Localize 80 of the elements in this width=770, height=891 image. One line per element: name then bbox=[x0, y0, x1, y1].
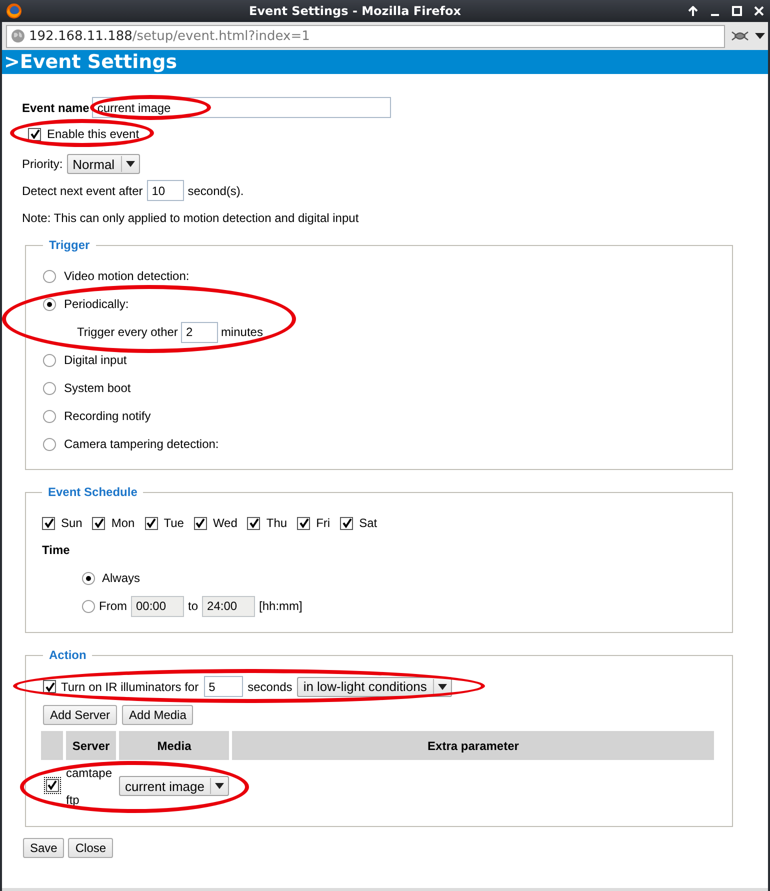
radio-label: Periodically: bbox=[64, 297, 129, 311]
checkbox-label: Enable this event bbox=[47, 127, 140, 141]
seconds-field[interactable]: 5 bbox=[204, 676, 243, 697]
server-name: camtape bbox=[66, 766, 114, 780]
day-label: Fri bbox=[316, 516, 330, 530]
caret-icon bbox=[126, 161, 135, 167]
day-checkbox[interactable] bbox=[297, 516, 310, 530]
unit-label: second(s). bbox=[188, 184, 244, 198]
radio-label: Video motion detection: bbox=[64, 269, 190, 283]
minutes-field[interactable]: 2 bbox=[180, 322, 218, 342]
radio-button[interactable] bbox=[82, 572, 95, 584]
column-header: Server bbox=[66, 731, 116, 760]
day-checkbox[interactable] bbox=[144, 516, 158, 530]
checkbox-label: Turn on IR illuminators for bbox=[61, 680, 199, 694]
note-text: Note: This can only applied to motion detection and digital input bbox=[22, 211, 360, 225]
radio-button[interactable] bbox=[43, 382, 56, 394]
dropdown-caret-icon[interactable] bbox=[755, 32, 765, 40]
radio-label: From bbox=[99, 599, 127, 613]
event-name-field[interactable]: current image bbox=[92, 97, 392, 118]
day-checkbox[interactable] bbox=[194, 516, 207, 530]
radio-button[interactable] bbox=[43, 354, 56, 366]
field-label: Priority: bbox=[22, 157, 63, 171]
radio-button[interactable] bbox=[43, 438, 56, 450]
radio-label: Always bbox=[102, 571, 140, 585]
section-title: Trigger bbox=[49, 238, 90, 252]
form-button[interactable]: Close bbox=[68, 838, 114, 858]
radio-button[interactable] bbox=[82, 600, 95, 612]
day-label: Tue bbox=[164, 516, 184, 530]
format-hint: [hh:mm] bbox=[259, 599, 302, 613]
checkbox[interactable] bbox=[28, 128, 41, 140]
globe-icon bbox=[11, 29, 25, 43]
maximize-icon[interactable] bbox=[732, 6, 742, 16]
radio-label: Recording notify bbox=[64, 409, 151, 423]
condition-dropdown[interactable]: in low-light conditions bbox=[297, 676, 452, 696]
time-label: Time bbox=[42, 543, 70, 557]
time-field[interactable]: 00:00 bbox=[131, 596, 184, 616]
media-dropdown[interactable]: current image bbox=[119, 776, 230, 796]
seconds-field[interactable]: 10 bbox=[146, 180, 184, 201]
bug-icon[interactable] bbox=[731, 29, 749, 43]
day-label: Wed bbox=[212, 516, 238, 530]
radio-label: Camera tampering detection: bbox=[64, 437, 219, 451]
priority-dropdown[interactable]: Normal bbox=[66, 154, 140, 174]
toolbar-button[interactable]: Add Server bbox=[43, 705, 118, 725]
section-title: Event Schedule bbox=[48, 485, 138, 499]
day-checkbox[interactable] bbox=[92, 516, 106, 530]
up-arrow-icon[interactable] bbox=[688, 6, 698, 16]
field-label: Trigger every other bbox=[77, 325, 178, 339]
time-field[interactable]: 24:00 bbox=[202, 596, 256, 616]
row-checkbox[interactable] bbox=[46, 778, 58, 792]
day-label: Sat bbox=[359, 516, 378, 530]
day-label: Thu bbox=[266, 516, 288, 530]
unit-label: seconds bbox=[248, 680, 292, 694]
day-checkbox[interactable] bbox=[340, 516, 354, 530]
address-bar[interactable]: 192.168.11.188/setup/event.html?index=1 bbox=[6, 24, 725, 48]
toolbar-button[interactable]: Add Media bbox=[122, 705, 194, 725]
form-button[interactable]: Save bbox=[23, 838, 64, 858]
field-label: Event name bbox=[22, 100, 90, 114]
caret-icon bbox=[438, 684, 447, 690]
day-label: Sun bbox=[61, 516, 82, 530]
page-header: >Event Settings bbox=[2, 50, 768, 74]
close-icon[interactable] bbox=[754, 6, 764, 16]
radio-button[interactable] bbox=[43, 270, 56, 282]
caret-icon bbox=[215, 783, 224, 789]
field-label: Detect next event after bbox=[22, 184, 143, 198]
field-label: to bbox=[188, 599, 198, 613]
column-header: Media bbox=[119, 731, 230, 760]
day-checkbox[interactable] bbox=[42, 516, 55, 530]
day-label: Mon bbox=[111, 516, 135, 530]
radio-button[interactable] bbox=[43, 298, 56, 310]
radio-label: Digital input bbox=[64, 353, 127, 367]
browser-logo-icon bbox=[6, 3, 22, 19]
window-title: Event Settings - Mozilla Firefox bbox=[248, 4, 462, 18]
day-checkbox[interactable] bbox=[247, 516, 260, 530]
radio-button[interactable] bbox=[43, 410, 56, 422]
radio-label: System boot bbox=[64, 381, 131, 395]
checkbox[interactable] bbox=[43, 680, 56, 693]
unit-label: minutes bbox=[220, 325, 263, 339]
server-type: ftp bbox=[66, 792, 80, 806]
column-header: Extra parameter bbox=[232, 731, 714, 760]
section-title: Action bbox=[49, 648, 86, 662]
